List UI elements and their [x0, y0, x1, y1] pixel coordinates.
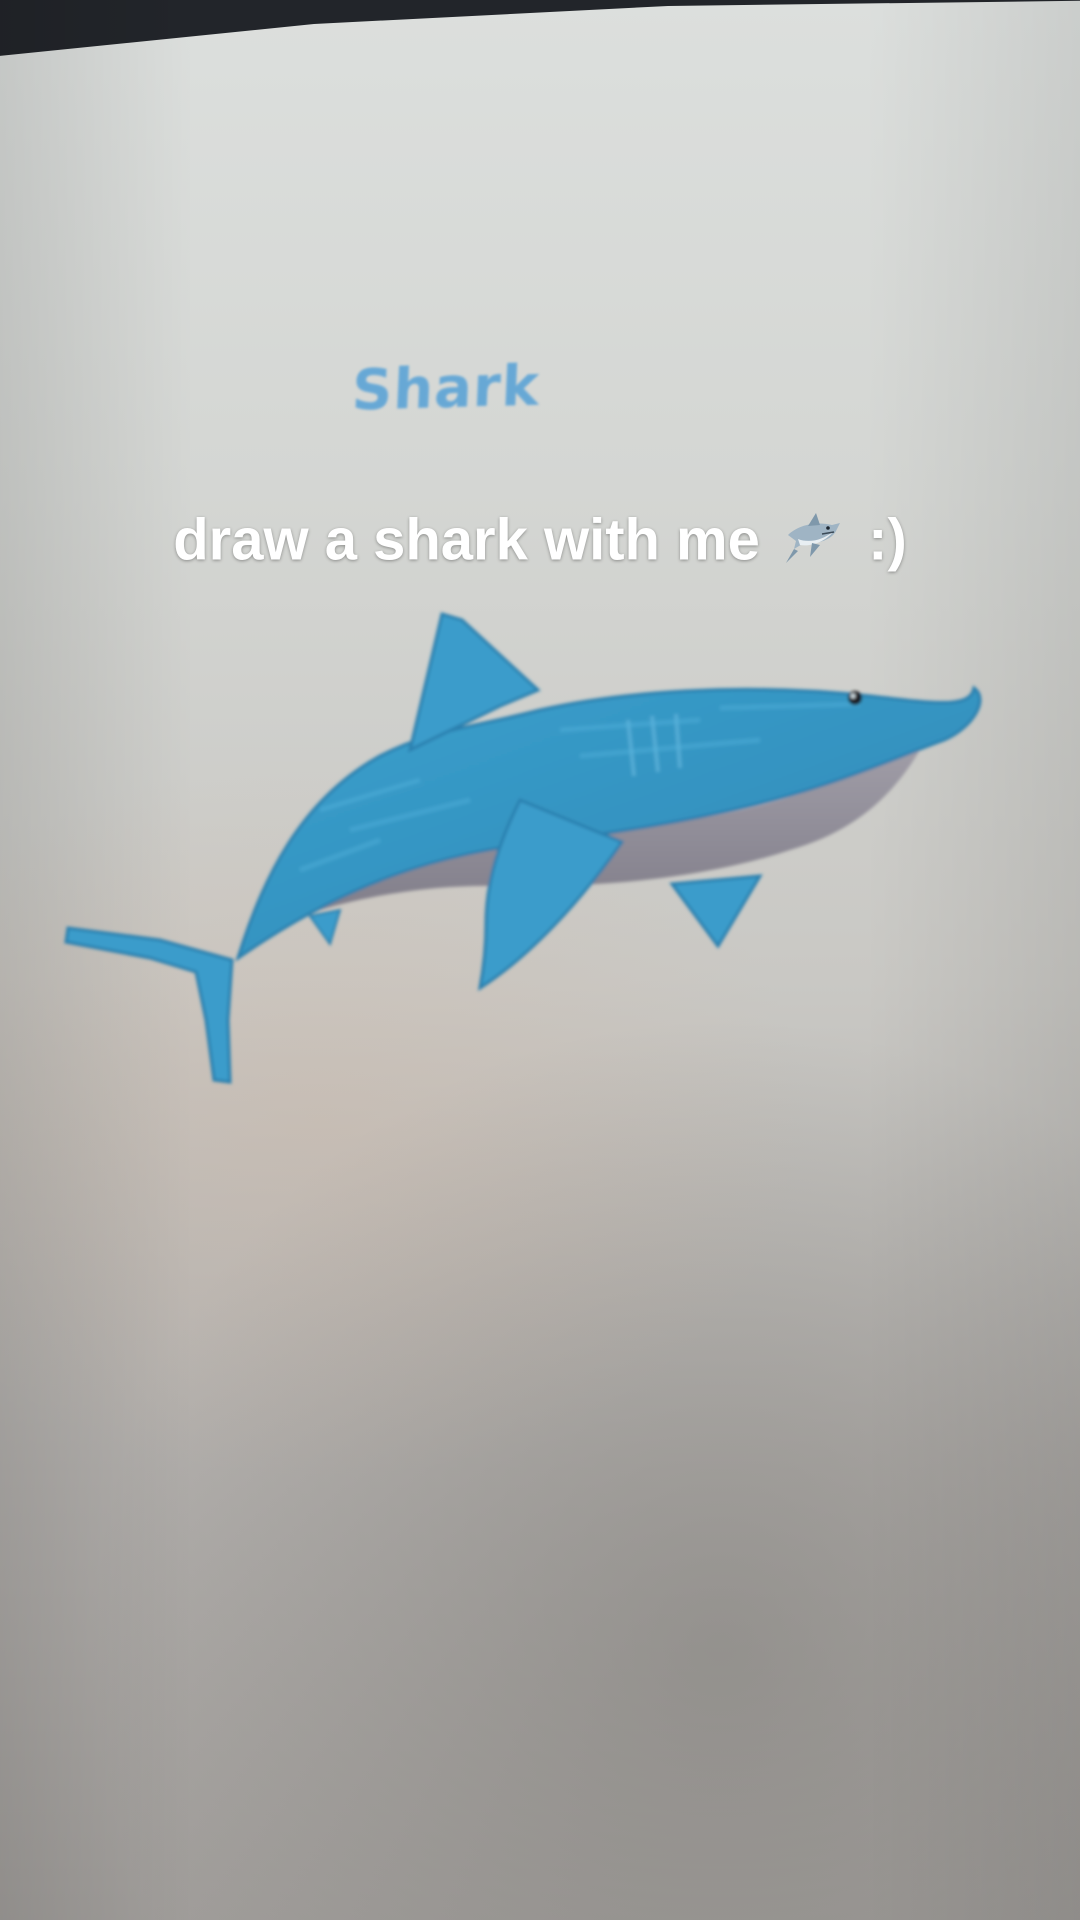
shark-emoji-icon: [782, 505, 846, 583]
shark-anal-fin: [308, 908, 342, 947]
caption-smiley: :): [868, 507, 907, 573]
shark-eye: [848, 691, 862, 705]
caption-overlay: draw a shark with me :): [0, 505, 1080, 583]
shark-tail-fin: [64, 926, 234, 1084]
video-frame: Shark draw a shark with me :): [0, 0, 1080, 1920]
shark-drawing: [64, 612, 982, 1084]
handwritten-title: Shark: [350, 353, 542, 424]
shark-pelvic-fin: [669, 874, 763, 949]
caption-text: draw a shark with me: [173, 507, 760, 573]
